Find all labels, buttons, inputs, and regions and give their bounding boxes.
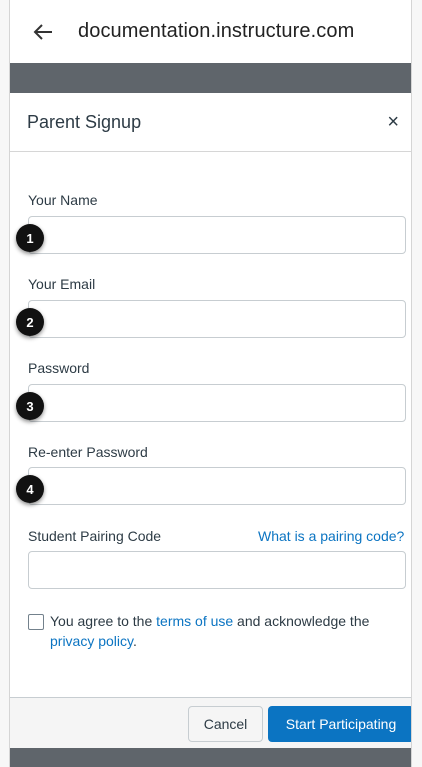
agreement-middle: and acknowledge the xyxy=(233,613,370,629)
pairing-code-label: Student Pairing Code xyxy=(28,528,162,544)
page-header-bar xyxy=(10,63,411,93)
agreement-suffix: . xyxy=(133,633,137,649)
terms-checkbox[interactable] xyxy=(28,614,44,630)
device-frame: documentation.instructure.com Parent Sig… xyxy=(0,0,422,767)
browser-url-bar: documentation.instructure.com xyxy=(10,0,411,63)
privacy-policy-link[interactable]: privacy policy xyxy=(50,633,133,649)
step-badge-2: 2 xyxy=(16,308,44,336)
password-label: Password xyxy=(28,360,90,376)
terms-of-use-link[interactable]: terms of use xyxy=(156,613,233,629)
url-text: documentation.instructure.com xyxy=(78,20,355,42)
your-email-label: Your Email xyxy=(28,276,96,292)
your-name-input[interactable] xyxy=(28,216,406,254)
cancel-button[interactable]: Cancel xyxy=(188,706,263,742)
pairing-code-help-link[interactable]: What is a pairing code? xyxy=(258,528,404,544)
modal-title: Parent Signup xyxy=(27,111,142,132)
terms-agreement: You agree to the terms of use and acknow… xyxy=(28,611,400,651)
modal-header: Parent Signup × xyxy=(10,93,411,152)
terms-agreement-text: You agree to the terms of use and acknow… xyxy=(50,611,400,651)
arrow-left-icon[interactable] xyxy=(32,21,54,43)
step-badge-3: 3 xyxy=(16,392,44,420)
modal-footer: Cancel Start Participating xyxy=(10,697,414,748)
password-input[interactable] xyxy=(28,384,406,422)
bottom-bar xyxy=(10,748,411,767)
pairing-code-input[interactable] xyxy=(28,551,406,589)
step-badge-4: 4 xyxy=(16,475,44,503)
your-email-input[interactable] xyxy=(28,300,406,338)
close-icon[interactable]: × xyxy=(387,111,399,134)
start-participating-button[interactable]: Start Participating xyxy=(268,706,414,742)
your-name-label: Your Name xyxy=(28,192,98,208)
agreement-prefix: You agree to the xyxy=(50,613,157,629)
reenter-password-label: Re-enter Password xyxy=(28,444,148,460)
step-badge-1: 1 xyxy=(16,224,44,252)
reenter-password-input[interactable] xyxy=(28,467,406,505)
